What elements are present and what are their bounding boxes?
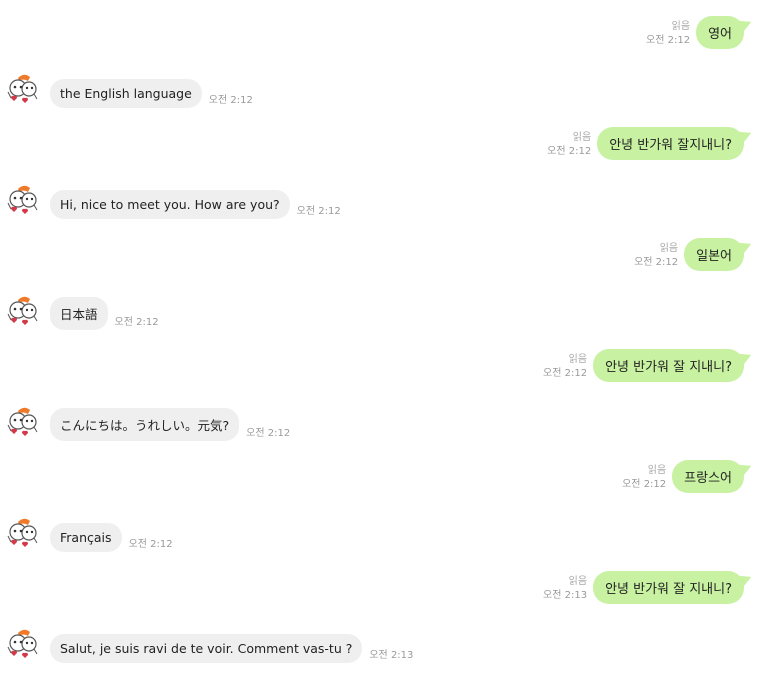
message-bubble[interactable]: 영어 bbox=[696, 16, 744, 49]
cartoon-character-avatar-icon bbox=[7, 518, 38, 547]
message-time: 오전 2:13 bbox=[369, 650, 414, 661]
message-time: 오전 2:12 bbox=[547, 146, 592, 157]
cartoon-character-avatar-icon bbox=[7, 629, 38, 658]
message-time: 오전 2:12 bbox=[114, 317, 159, 328]
message-meta: 읽음 오전 2:12 bbox=[547, 131, 591, 160]
incoming-message: Salut, je suis ravi de te voir. Comment … bbox=[0, 627, 764, 663]
outgoing-message: 읽음 오전 2:12 안녕 반가워 잘 지내니? bbox=[0, 349, 764, 382]
cartoon-character-avatar-icon bbox=[7, 296, 38, 325]
outgoing-message: 읽음 오전 2:12 안녕 반가워 잘지내니? bbox=[0, 127, 764, 160]
read-receipt: 읽음 bbox=[671, 21, 691, 32]
read-receipt: 읽음 bbox=[568, 354, 588, 365]
message-bubble[interactable]: 일본어 bbox=[684, 238, 744, 271]
message-bubble[interactable]: 안녕 반가워 잘 지내니? bbox=[593, 571, 744, 604]
message-bubble[interactable]: Français bbox=[50, 523, 122, 552]
message-bubble[interactable]: Salut, je suis ravi de te voir. Comment … bbox=[50, 634, 363, 663]
message-bubble[interactable]: the English language bbox=[50, 79, 202, 108]
cartoon-character-avatar-icon bbox=[7, 74, 38, 103]
message-time: 오전 2:12 bbox=[208, 95, 253, 106]
message-time: 오전 2:12 bbox=[296, 206, 341, 217]
message-meta: 읽음 오전 2:12 bbox=[634, 242, 678, 271]
message-bubble[interactable]: 안녕 반가워 잘지내니? bbox=[597, 127, 744, 160]
avatar[interactable] bbox=[4, 516, 40, 552]
incoming-message: Hi, nice to meet you. How are you? 오전 2:… bbox=[0, 183, 764, 219]
message-time: 오전 2:12 bbox=[128, 539, 173, 550]
message-time: 오전 2:12 bbox=[246, 428, 291, 439]
message-time: 오전 2:12 bbox=[634, 257, 679, 268]
message-bubble[interactable]: Hi, nice to meet you. How are you? bbox=[50, 190, 290, 219]
incoming-message: the English language 오전 2:12 bbox=[0, 72, 764, 108]
message-bubble[interactable]: 프랑스어 bbox=[672, 460, 744, 493]
message-time: 오전 2:12 bbox=[543, 368, 588, 379]
avatar[interactable] bbox=[4, 183, 40, 219]
incoming-message: こんにちは。うれしい。元気? 오전 2:12 bbox=[0, 405, 764, 441]
read-receipt: 읽음 bbox=[647, 465, 667, 476]
message-time: 오전 2:12 bbox=[646, 35, 691, 46]
avatar[interactable] bbox=[4, 627, 40, 663]
message-bubble[interactable]: 안녕 반가워 잘 지내니? bbox=[593, 349, 744, 382]
message-meta: 읽음 오전 2:12 bbox=[543, 353, 587, 382]
message-meta: 읽음 오전 2:12 bbox=[622, 464, 666, 493]
message-time: 오전 2:13 bbox=[543, 590, 588, 601]
chat-conversation: 읽음 오전 2:12 영어 the English language 오전 2:… bbox=[0, 0, 764, 674]
cartoon-character-avatar-icon bbox=[7, 185, 38, 214]
avatar[interactable] bbox=[4, 72, 40, 108]
avatar[interactable] bbox=[4, 405, 40, 441]
incoming-message: 日本語 오전 2:12 bbox=[0, 294, 764, 330]
message-meta: 읽음 오전 2:13 bbox=[543, 575, 587, 604]
read-receipt: 읽음 bbox=[659, 243, 679, 254]
outgoing-message: 읽음 오전 2:12 영어 bbox=[0, 16, 764, 49]
incoming-message: Français 오전 2:12 bbox=[0, 516, 764, 552]
avatar[interactable] bbox=[4, 294, 40, 330]
outgoing-message: 읽음 오전 2:12 일본어 bbox=[0, 238, 764, 271]
outgoing-message: 읽음 오전 2:13 안녕 반가워 잘 지내니? bbox=[0, 571, 764, 604]
read-receipt: 읽음 bbox=[572, 132, 592, 143]
message-bubble[interactable]: こんにちは。うれしい。元気? bbox=[50, 408, 240, 441]
message-bubble[interactable]: 日本語 bbox=[50, 297, 108, 330]
cartoon-character-avatar-icon bbox=[7, 407, 38, 436]
message-meta: 읽음 오전 2:12 bbox=[646, 20, 690, 49]
outgoing-message: 읽음 오전 2:12 프랑스어 bbox=[0, 460, 764, 493]
message-time: 오전 2:12 bbox=[622, 479, 667, 490]
read-receipt: 읽음 bbox=[568, 576, 588, 587]
